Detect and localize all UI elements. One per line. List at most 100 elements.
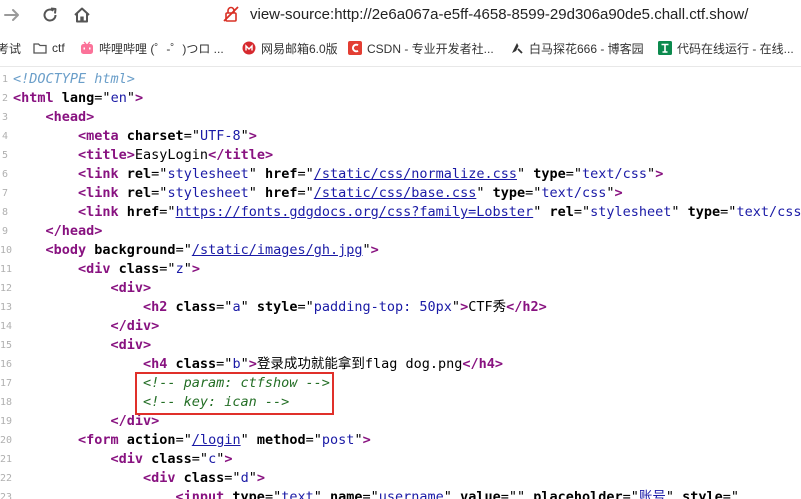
source-token: lang <box>61 90 95 106</box>
source-token: " <box>665 489 683 499</box>
source-token: > <box>655 166 664 182</box>
source-code: <h2 class="a" style="padding-top: 50px">… <box>143 298 547 317</box>
source-token: > <box>614 185 623 201</box>
source-token: value <box>460 489 501 499</box>
source-token: =" <box>191 451 209 467</box>
line-number: 11 <box>0 264 13 275</box>
source-token: <meta <box>78 128 119 144</box>
source-token: =" <box>159 204 176 220</box>
source-link[interactable]: /login <box>192 432 241 448</box>
bookmark-exam[interactable]: 考试 <box>0 39 21 57</box>
highlight-box <box>135 372 334 415</box>
source-token: style <box>682 489 723 499</box>
source-line: 9 </head> <box>0 222 801 241</box>
source-code: <input type="text" name="username" value… <box>176 488 740 499</box>
source-code: <link href="https://fonts.gdgdocs.org/cs… <box>78 203 801 222</box>
source-token: ="" <box>500 489 534 499</box>
url-text[interactable]: view-source:http://2e6a067a-e5ff-4658-85… <box>250 6 748 23</box>
source-token: text/css <box>582 166 648 182</box>
line-number: 20 <box>0 435 13 446</box>
source-token <box>143 451 151 467</box>
source-code: <html lang="en"> <box>13 89 143 108</box>
source-code: <div> <box>111 336 152 355</box>
source-token: text <box>281 489 314 499</box>
home-button[interactable] <box>70 3 94 27</box>
source-token <box>119 432 127 448</box>
source-token: rel <box>549 204 574 220</box>
bookmark-ctf[interactable]: ctf <box>33 39 65 57</box>
not-secure-icon <box>223 6 239 22</box>
forward-button[interactable] <box>0 3 24 27</box>
line-number: 4 <box>1 131 8 142</box>
source-code: <link rel="stylesheet" href="/static/css… <box>78 184 623 203</box>
source-token: <div <box>78 261 111 277</box>
source-line: 23 <input type="text" name="username" val… <box>0 488 801 499</box>
source-token: class <box>118 261 160 277</box>
source-token: =" <box>216 356 233 372</box>
source-token: </head> <box>45 223 103 239</box>
source-token: padding-top: 50px <box>313 299 452 315</box>
line-number: 17 <box>0 378 13 389</box>
source-code: </head> <box>46 222 103 241</box>
reload-button[interactable] <box>38 3 62 27</box>
source-token: 登录成功就能拿到flag dog.png <box>256 356 463 372</box>
source-token: <link <box>78 166 119 182</box>
source-token: " <box>183 261 192 277</box>
source-token: stylesheet <box>167 166 249 182</box>
source-code: <body background="/static/images/gh.jpg"… <box>46 241 379 260</box>
source-token: " <box>451 299 461 315</box>
source-token: <div <box>143 470 176 486</box>
browser-toolbar: view-source:http://2e6a067a-e5ff-4658-85… <box>0 0 801 30</box>
source-code: <head> <box>46 108 95 127</box>
source-token: " <box>248 185 265 201</box>
source-token: =" <box>159 261 176 277</box>
source-token: class <box>175 299 217 315</box>
line-number: 6 <box>1 169 8 180</box>
line-number: 14 <box>0 321 13 332</box>
source-code: <div class="z"> <box>78 260 200 279</box>
bookmark-label: 网易邮箱6.0版 <box>261 41 338 56</box>
source-line: 14 </div> <box>0 317 801 336</box>
source-token: rel <box>126 185 152 201</box>
source-link[interactable]: /static/css/base.css <box>314 185 477 201</box>
line-number: 13 <box>0 302 13 313</box>
source-line: 4 <meta charset="UTF-8"> <box>0 127 801 146</box>
source-code: <div> <box>111 279 152 298</box>
source-line: 21 <div class="c"> <box>0 450 801 469</box>
bookmark-label: CSDN - 专业开发者社... <box>367 41 494 56</box>
line-number: 22 <box>0 473 13 484</box>
bookmark-netease-mail[interactable]: 网易邮箱6.0版 <box>242 39 338 57</box>
source-token: " <box>248 166 265 182</box>
source-token: class <box>175 356 217 372</box>
line-number: 9 <box>1 226 8 237</box>
source-code: </div> <box>111 317 160 336</box>
source-line: 16 <h4 class="b">登录成功就能拿到flag dog.png</h4… <box>0 355 801 374</box>
code-runner-icon <box>658 41 672 55</box>
bookmark-label: ctf <box>52 41 65 55</box>
source-token: =" <box>525 185 542 201</box>
source-token: > <box>191 261 200 277</box>
source-token: href <box>264 166 298 182</box>
source-token: text/css <box>541 185 607 201</box>
source-token: > <box>460 299 469 315</box>
bookmark-csdn[interactable]: CSDN - 专业开发者社... <box>348 39 494 57</box>
source-token: =" <box>722 489 740 499</box>
source-link[interactable]: /static/css/normalize.css <box>314 166 517 182</box>
bookmark-bilibili[interactable]: 哔哩哔哩 (゜-゜)つロ ... <box>80 39 224 57</box>
source-token: <html <box>13 90 54 106</box>
bookmark-code-runner[interactable]: 代码在线运行 - 在线... <box>658 39 794 57</box>
address-bar[interactable]: view-source:http://2e6a067a-e5ff-4658-85… <box>212 0 748 28</box>
source-code: <!DOCTYPE html> <box>13 70 135 89</box>
source-token: =" <box>297 299 314 315</box>
line-number: 1 <box>1 74 8 85</box>
source-link[interactable]: https://fonts.gdgdocs.org/css?family=Lob… <box>176 204 534 220</box>
source-link[interactable]: /static/images/gh.jpg <box>192 242 363 258</box>
bookmark-cnblogs[interactable]: 白马探花666 - 博客园 <box>510 39 644 57</box>
source-token: </title> <box>208 147 274 163</box>
source-token: =" <box>362 489 379 499</box>
source-token: =" <box>175 432 192 448</box>
bookmark-label: 白马探花666 - 博客园 <box>529 41 644 56</box>
line-number: 10 <box>0 245 13 256</box>
line-number: 16 <box>0 359 13 370</box>
source-token <box>111 261 119 277</box>
